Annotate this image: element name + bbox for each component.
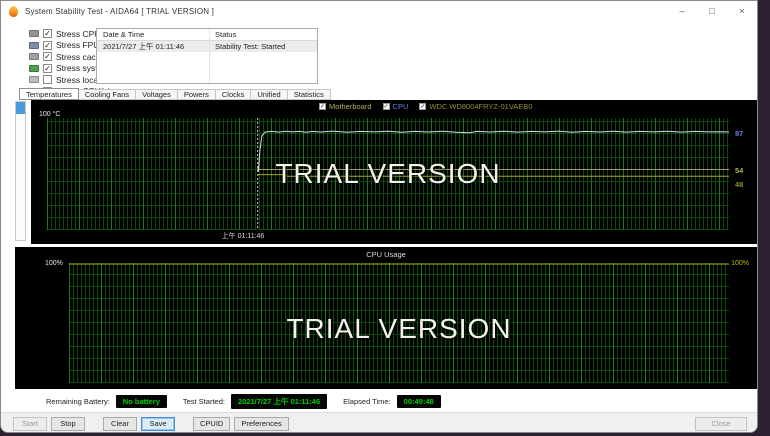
elapsed-time-value: 00:49:48 bbox=[397, 395, 441, 408]
disk-icon bbox=[29, 76, 39, 83]
desktop: { "window": { "title": "System Stability… bbox=[0, 0, 770, 436]
tab-temperatures[interactable]: Temperatures bbox=[19, 88, 79, 100]
tab-unified[interactable]: Unified bbox=[251, 89, 287, 100]
stress-option-label: Stress FPU bbox=[56, 40, 99, 50]
column-header-status[interactable]: Status bbox=[209, 30, 236, 39]
cpu-usage-title: CPU Usage bbox=[15, 250, 757, 259]
window-controls: – □ × bbox=[667, 1, 757, 21]
window-title: System Stability Test - AIDA64 [ TRIAL V… bbox=[25, 7, 214, 16]
column-divider bbox=[209, 29, 210, 83]
battery-value: No battery bbox=[116, 395, 167, 408]
start-button[interactable]: Start bbox=[13, 417, 47, 431]
tab-statistics[interactable]: Statistics bbox=[288, 89, 331, 100]
usage-right-label: 100% bbox=[731, 260, 749, 267]
stress-option-label: Stress CPU bbox=[56, 29, 100, 39]
stress-fpu-checkbox[interactable] bbox=[43, 41, 52, 50]
legend-item-motherboard[interactable]: Motherboard bbox=[319, 102, 372, 111]
usage-left-label: 100% bbox=[45, 260, 63, 267]
table-header: Date & Time Status bbox=[97, 29, 317, 41]
stability-test-window: System Stability Test - AIDA64 [ TRIAL V… bbox=[0, 0, 758, 433]
current-value-label: 54 bbox=[735, 166, 743, 175]
clear-button[interactable]: Clear bbox=[103, 417, 137, 431]
log-datetime-cell: 2021/7/27 上午 01:11:46 bbox=[97, 41, 209, 52]
current-value-label: 48 bbox=[735, 180, 743, 189]
stop-button[interactable]: Stop bbox=[51, 417, 85, 431]
battery-label: Remaining Battery: bbox=[46, 397, 110, 406]
legend-label: Motherboard bbox=[329, 102, 372, 111]
slider-thumb[interactable] bbox=[16, 102, 25, 114]
event-log-table: Date & Time Status 2021/7/27 上午 01:11:46… bbox=[96, 28, 318, 84]
temperature-chart: Motherboard CPU WDC WD8004FRYZ-01VAEB0 1… bbox=[31, 100, 757, 244]
minimize-icon[interactable]: – bbox=[667, 1, 697, 21]
trial-watermark: TRIAL VERSION bbox=[286, 313, 511, 345]
log-status-cell: Stability Test: Started bbox=[209, 42, 285, 51]
test-started-label: Test Started: bbox=[183, 397, 225, 406]
close-icon[interactable]: × bbox=[727, 1, 757, 21]
cpu-icon bbox=[29, 30, 39, 37]
test-started-value: 2021/7/27 上午 01:11:46 bbox=[231, 394, 327, 409]
save-button[interactable]: Save bbox=[141, 417, 175, 431]
chart-legend: Motherboard CPU WDC WD8004FRYZ-01VAEB0 bbox=[319, 102, 532, 111]
close-button[interactable]: Close bbox=[695, 417, 747, 431]
temperature-plot-area: TRIAL VERSION bbox=[47, 118, 729, 230]
tab-clocks[interactable]: Clocks bbox=[216, 89, 252, 100]
legend-item-cpu[interactable]: CPU bbox=[383, 102, 409, 111]
cpu-usage-plot-area: TRIAL VERSION bbox=[69, 263, 729, 383]
legend-checkbox[interactable] bbox=[419, 103, 426, 110]
column-header-datetime[interactable]: Date & Time bbox=[97, 30, 209, 39]
tab-cooling-fans[interactable]: Cooling Fans bbox=[79, 89, 136, 100]
legend-checkbox[interactable] bbox=[319, 103, 326, 110]
tab-voltages[interactable]: Voltages bbox=[136, 89, 178, 100]
table-row[interactable]: 2021/7/27 上午 01:11:46 Stability Test: St… bbox=[97, 41, 317, 52]
fpu-icon bbox=[29, 42, 39, 49]
cpuid-button[interactable]: CPUID bbox=[193, 417, 230, 431]
temperature-chart-zone: Motherboard CPU WDC WD8004FRYZ-01VAEB0 1… bbox=[1, 100, 758, 244]
maximize-icon[interactable]: □ bbox=[697, 1, 727, 21]
preferences-button[interactable]: Preferences bbox=[234, 417, 288, 431]
legend-label: WDC WD8004FRYZ-01VAEB0 bbox=[429, 102, 532, 111]
cpu-usage-chart: CPU Usage 100% 100% TRIAL VERSION bbox=[15, 247, 757, 389]
legend-item-wdc-disk[interactable]: WDC WD8004FRYZ-01VAEB0 bbox=[419, 102, 532, 111]
status-row: Remaining Battery: No battery Test Start… bbox=[46, 394, 441, 409]
y-axis-max-label: 100 °C bbox=[39, 111, 60, 118]
button-bar: Start Stop Clear Save CPUID Preferences … bbox=[1, 412, 758, 433]
stress-memory-checkbox[interactable] bbox=[43, 64, 52, 73]
trial-watermark: TRIAL VERSION bbox=[275, 158, 500, 190]
legend-checkbox[interactable] bbox=[383, 103, 390, 110]
current-value-label: 87 bbox=[735, 129, 743, 138]
aida64-flame-icon bbox=[9, 5, 19, 17]
chart-scale-slider[interactable] bbox=[15, 101, 26, 241]
cache-icon bbox=[29, 53, 39, 60]
start-time-label: 上午 01:11:46 bbox=[213, 231, 273, 241]
chart-tabs: Temperatures Cooling Fans Voltages Power… bbox=[19, 88, 331, 100]
elapsed-time-label: Elapsed Time: bbox=[343, 397, 391, 406]
stress-cpu-checkbox[interactable] bbox=[43, 29, 52, 38]
stress-cache-checkbox[interactable] bbox=[43, 52, 52, 61]
stress-disks-checkbox[interactable] bbox=[43, 75, 52, 84]
legend-label: CPU bbox=[393, 102, 409, 111]
current-value-gutter: 54 87 48 bbox=[731, 118, 757, 230]
memory-icon bbox=[29, 65, 39, 72]
tab-powers[interactable]: Powers bbox=[178, 89, 216, 100]
titlebar: System Stability Test - AIDA64 [ TRIAL V… bbox=[1, 1, 757, 21]
